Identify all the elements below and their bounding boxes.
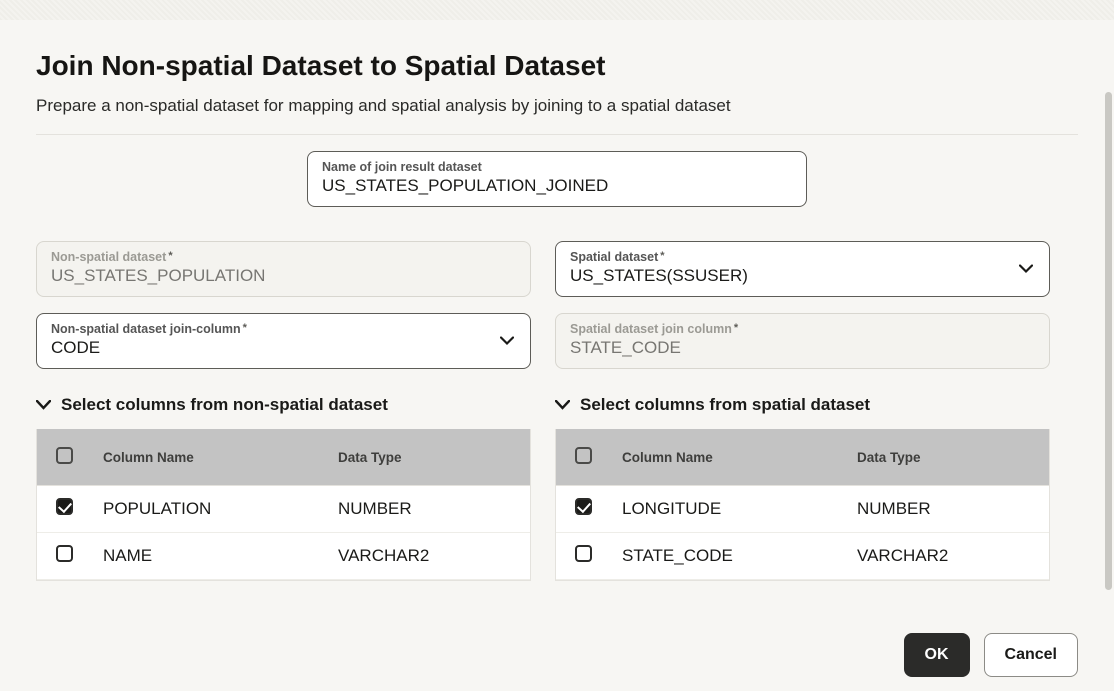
data-type-cell: NUMBER xyxy=(845,486,1049,533)
nonspatial-dataset-label: Non-spatial dataset* xyxy=(51,250,516,264)
spatial-join-column-field: Spatial dataset join column* STATE_CODE xyxy=(555,313,1050,369)
column-name-cell: STATE_CODE xyxy=(610,533,845,580)
footer: OK Cancel xyxy=(904,633,1078,677)
row-checkbox[interactable] xyxy=(56,545,73,562)
spatial-columns-table: Column Name Data Type LONGITUDE NUMBER xyxy=(555,429,1050,581)
data-type-cell: NUMBER xyxy=(326,486,530,533)
divider xyxy=(36,134,1078,135)
column-name-header: Column Name xyxy=(91,429,326,486)
row-checkbox[interactable] xyxy=(56,498,73,515)
spatial-dataset-field[interactable]: Spatial dataset* US_STATES(SSUSER) xyxy=(555,241,1050,297)
table-row: STATE_CODE VARCHAR2 xyxy=(556,533,1049,580)
ok-button[interactable]: OK xyxy=(904,633,970,677)
data-type-header: Data Type xyxy=(845,429,1049,486)
column-name-cell: POPULATION xyxy=(91,486,326,533)
select-all-checkbox[interactable] xyxy=(56,447,73,464)
result-name-label: Name of join result dataset xyxy=(322,160,792,174)
table-row: POPULATION NUMBER xyxy=(37,486,530,533)
table-row: LONGITUDE NUMBER xyxy=(556,486,1049,533)
nonspatial-dataset-field: Non-spatial dataset* US_STATES_POPULATIO… xyxy=(36,241,531,297)
chevron-down-icon xyxy=(36,395,51,415)
select-all-checkbox[interactable] xyxy=(575,447,592,464)
spatial-join-column-value: STATE_CODE xyxy=(570,338,1035,358)
nonspatial-join-column-value: CODE xyxy=(51,338,516,358)
page-title: Join Non-spatial Dataset to Spatial Data… xyxy=(36,50,1078,82)
data-type-cell: VARCHAR2 xyxy=(845,533,1049,580)
column-name-header: Column Name xyxy=(610,429,845,486)
row-checkbox[interactable] xyxy=(575,545,592,562)
scrollbar[interactable] xyxy=(1105,92,1112,590)
column-name-cell: LONGITUDE xyxy=(610,486,845,533)
data-type-cell: VARCHAR2 xyxy=(326,533,530,580)
nonspatial-join-column-label: Non-spatial dataset join-column* xyxy=(51,322,516,336)
spatial-columns-header[interactable]: Select columns from spatial dataset xyxy=(555,395,1050,415)
chevron-down-icon xyxy=(555,395,570,415)
nonspatial-columns-header[interactable]: Select columns from non-spatial dataset xyxy=(36,395,531,415)
result-name-input[interactable] xyxy=(322,176,792,196)
result-name-field[interactable]: Name of join result dataset xyxy=(307,151,807,207)
row-checkbox[interactable] xyxy=(575,498,592,515)
page-subtitle: Prepare a non-spatial dataset for mappin… xyxy=(36,96,1078,116)
spatial-join-column-label: Spatial dataset join column* xyxy=(570,322,1035,336)
nonspatial-dataset-value: US_STATES_POPULATION xyxy=(51,266,516,286)
top-texture xyxy=(0,0,1114,20)
spatial-dataset-value: US_STATES(SSUSER) xyxy=(570,266,1035,286)
spatial-dataset-label: Spatial dataset* xyxy=(570,250,1035,264)
data-type-header: Data Type xyxy=(326,429,530,486)
nonspatial-join-column-field[interactable]: Non-spatial dataset join-column* CODE xyxy=(36,313,531,369)
cancel-button[interactable]: Cancel xyxy=(984,633,1078,677)
nonspatial-columns-table: Column Name Data Type POPULATION NUMBER xyxy=(36,429,531,581)
table-row: NAME VARCHAR2 xyxy=(37,533,530,580)
column-name-cell: NAME xyxy=(91,533,326,580)
